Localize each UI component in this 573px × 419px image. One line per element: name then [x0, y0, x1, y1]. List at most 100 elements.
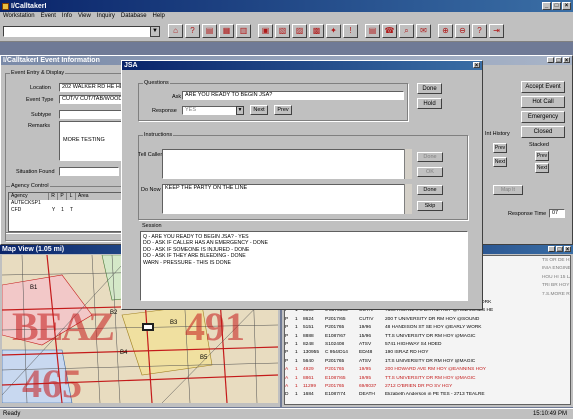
list-cell: 8888	[303, 333, 314, 339]
toolbar-combo[interactable]	[3, 26, 153, 37]
list-item[interactable]: P 1 5151 P201765 19/96 48 HANDISON ST SE HOY …	[285, 325, 570, 331]
alarm-icon[interactable]: !	[343, 24, 358, 38]
jsa-dialog-title: JSA	[124, 62, 138, 69]
list-item[interactable]: D 1 1684 E1087/74 DEATH Elizabeth Anderson in…	[285, 392, 570, 398]
list-item[interactable]: P 1 130955 C 954/D14 ED/48 190 ISRAZ RD HOY	[285, 350, 570, 356]
incident-icon[interactable]: ▨	[292, 24, 307, 38]
menu-help[interactable]: Help	[153, 13, 165, 20]
zoom-in-icon[interactable]: ⊕	[438, 24, 453, 38]
query-icon[interactable]: ⌕	[399, 24, 414, 38]
list-close-icon[interactable]: ×	[564, 246, 571, 253]
tell-caller-done-button[interactable]: Done	[417, 152, 443, 162]
list-cell: 1	[295, 325, 298, 331]
menu-inquiry[interactable]: Inquiry	[97, 13, 115, 20]
toolbar: ▼ ⌂? ▤ ▦ ▥ ▣ ▧ ▨ ▩ ✦! ▤ ☎ ⌕ ✉ ⊕ ⊖? ⇥	[0, 21, 573, 42]
jsa-close-icon[interactable]: ×	[473, 62, 480, 69]
response-select[interactable]: YES	[182, 106, 242, 115]
emergency-button[interactable]: Emergency	[521, 111, 565, 123]
subtype-label: Subtype	[31, 112, 52, 118]
event-minimize-icon[interactable]: _	[547, 57, 554, 64]
stacked-next-button[interactable]: Next	[535, 163, 549, 173]
menu-event[interactable]: Event	[41, 13, 56, 20]
message-icon[interactable]: ✉	[416, 24, 431, 38]
response-time-label: Response Time	[508, 211, 547, 217]
situation-found-field[interactable]	[59, 167, 119, 176]
list-cell: 15/96	[359, 333, 372, 339]
exit-icon[interactable]: ⇥	[489, 24, 504, 38]
do-now-scrollbar[interactable]	[404, 184, 412, 214]
menu-view[interactable]: View	[78, 13, 91, 20]
event-type-label: Event Type	[26, 97, 54, 103]
list-cell: 19/95	[359, 375, 372, 381]
history-label: Int History	[485, 131, 510, 137]
event-close-icon[interactable]: ×	[563, 57, 570, 64]
fire-icon[interactable]: ✦	[326, 24, 341, 38]
status-icon[interactable]: ▣	[258, 24, 273, 38]
display-icon[interactable]: ▩	[309, 24, 324, 38]
help-icon[interactable]: ?	[185, 24, 200, 38]
map-icon[interactable]: ⌂	[168, 24, 183, 38]
history-next-button[interactable]: Next	[493, 157, 507, 167]
agency-col-p[interactable]: P	[58, 193, 67, 200]
response-time-field: 07	[549, 209, 565, 218]
list-item[interactable]: A 1 4929 P201765 19/95 200 HOWARD AVE RM HOY …	[285, 367, 570, 373]
closed-button[interactable]: Closed	[521, 126, 565, 138]
event-icon[interactable]: ▥	[236, 24, 251, 38]
response-dropdown-icon[interactable]: ▼	[236, 106, 244, 115]
agency-row[interactable]: AUTECKSP1	[9, 200, 131, 207]
list-cell: 190 ISRAZ RD HOY	[385, 350, 429, 356]
hot-call-button[interactable]: Hot Call	[521, 96, 565, 108]
close-icon[interactable]: ×	[562, 2, 571, 10]
phone-icon[interactable]: ☎	[382, 24, 397, 38]
stacked-prev-button[interactable]: Prev	[535, 151, 549, 161]
event-maximize-icon[interactable]: □	[555, 57, 562, 64]
accept-event-button[interactable]: Accept Event	[521, 81, 565, 93]
agency-col-area[interactable]: Area	[76, 193, 116, 200]
list-item[interactable]: A 1 11299 P201765 69/8037 2712 O'BRIEN DR PO …	[285, 384, 570, 390]
map-it-button[interactable]: Map It	[493, 185, 523, 195]
list-cell: 8624	[303, 316, 314, 322]
zoom-out-icon[interactable]: ⊖	[455, 24, 470, 38]
session-line: WARN - PRESSURE - THIS IS DONE	[143, 259, 231, 266]
tell-caller-scrollbar[interactable]	[404, 149, 412, 179]
maximize-icon[interactable]: □	[552, 2, 561, 10]
do-now-done-button[interactable]: Done	[417, 185, 443, 195]
list-maximize-icon[interactable]: □	[556, 246, 563, 253]
hold-button[interactable]: Hold	[417, 98, 442, 109]
status-bar: Ready 15:10:49 PM	[0, 408, 573, 419]
report-icon[interactable]: ▤	[365, 24, 380, 38]
list-item[interactable]: P 1 8248 S102408 ATSV 5741 HIGHWAY S4 HDED	[285, 342, 570, 348]
menu-workstation[interactable]: Workstation	[3, 13, 35, 20]
stacked-label: Stacked	[529, 142, 549, 148]
history-prev-button[interactable]: Prev	[493, 143, 507, 153]
agency-row[interactable]: CFD Y 1 T	[9, 207, 131, 214]
list-cell: TT.S UNIVERSITY DR RM HOY @MAGIC	[385, 375, 476, 381]
ok-button[interactable]: OK	[417, 167, 443, 177]
list-cell: 1	[295, 350, 298, 356]
list-item[interactable]: P 1 8624 P2017/65 CUT/V 200 T UNIVERSITY DR R…	[285, 317, 570, 323]
done-button[interactable]: Done	[417, 83, 442, 94]
skip-button[interactable]: Skip	[417, 201, 443, 211]
unit-icon[interactable]: ▦	[219, 24, 234, 38]
agency-table: Agency R P L Area AUTECKSP1 CFD Y 1 T	[8, 192, 132, 232]
list-cell: 1	[295, 367, 298, 373]
premise-icon[interactable]: ▧	[275, 24, 290, 38]
list-item[interactable]: P 1 8888 E1087/67 15/96 TT.S UNIVERSITY DR RM…	[285, 334, 570, 340]
help-question-icon[interactable]: ?	[472, 24, 487, 38]
menu-database[interactable]: Database	[121, 13, 147, 20]
menu-info[interactable]: Info	[62, 13, 72, 20]
list-minimize-icon[interactable]: _	[548, 246, 555, 253]
list-cell: 11299	[303, 384, 316, 389]
dispatch-icon[interactable]: ▤	[202, 24, 217, 38]
prev-button[interactable]: Prev	[274, 105, 292, 115]
agency-col-r[interactable]: R	[49, 193, 58, 200]
minimize-icon[interactable]: _	[542, 2, 551, 10]
list-item[interactable]: P 1 5640 P201765 ATSV 1T.S UNIVERSITY DR RM H…	[285, 359, 570, 365]
agency-col-l[interactable]: L	[67, 193, 76, 200]
next-button[interactable]: Next	[250, 105, 268, 115]
agency-row-name: AUTECKSP1	[11, 200, 41, 206]
list-cell: TT.S UNIVERSITY DR RM HOY @MAGIC	[385, 333, 476, 339]
agency-col-agency[interactable]: Agency	[9, 193, 49, 200]
list-item[interactable]: A 1 8861 E1087/65 19/95 TT.S UNIVERSITY DR RM…	[285, 376, 570, 382]
combo-arrow-icon[interactable]: ▼	[150, 26, 160, 37]
